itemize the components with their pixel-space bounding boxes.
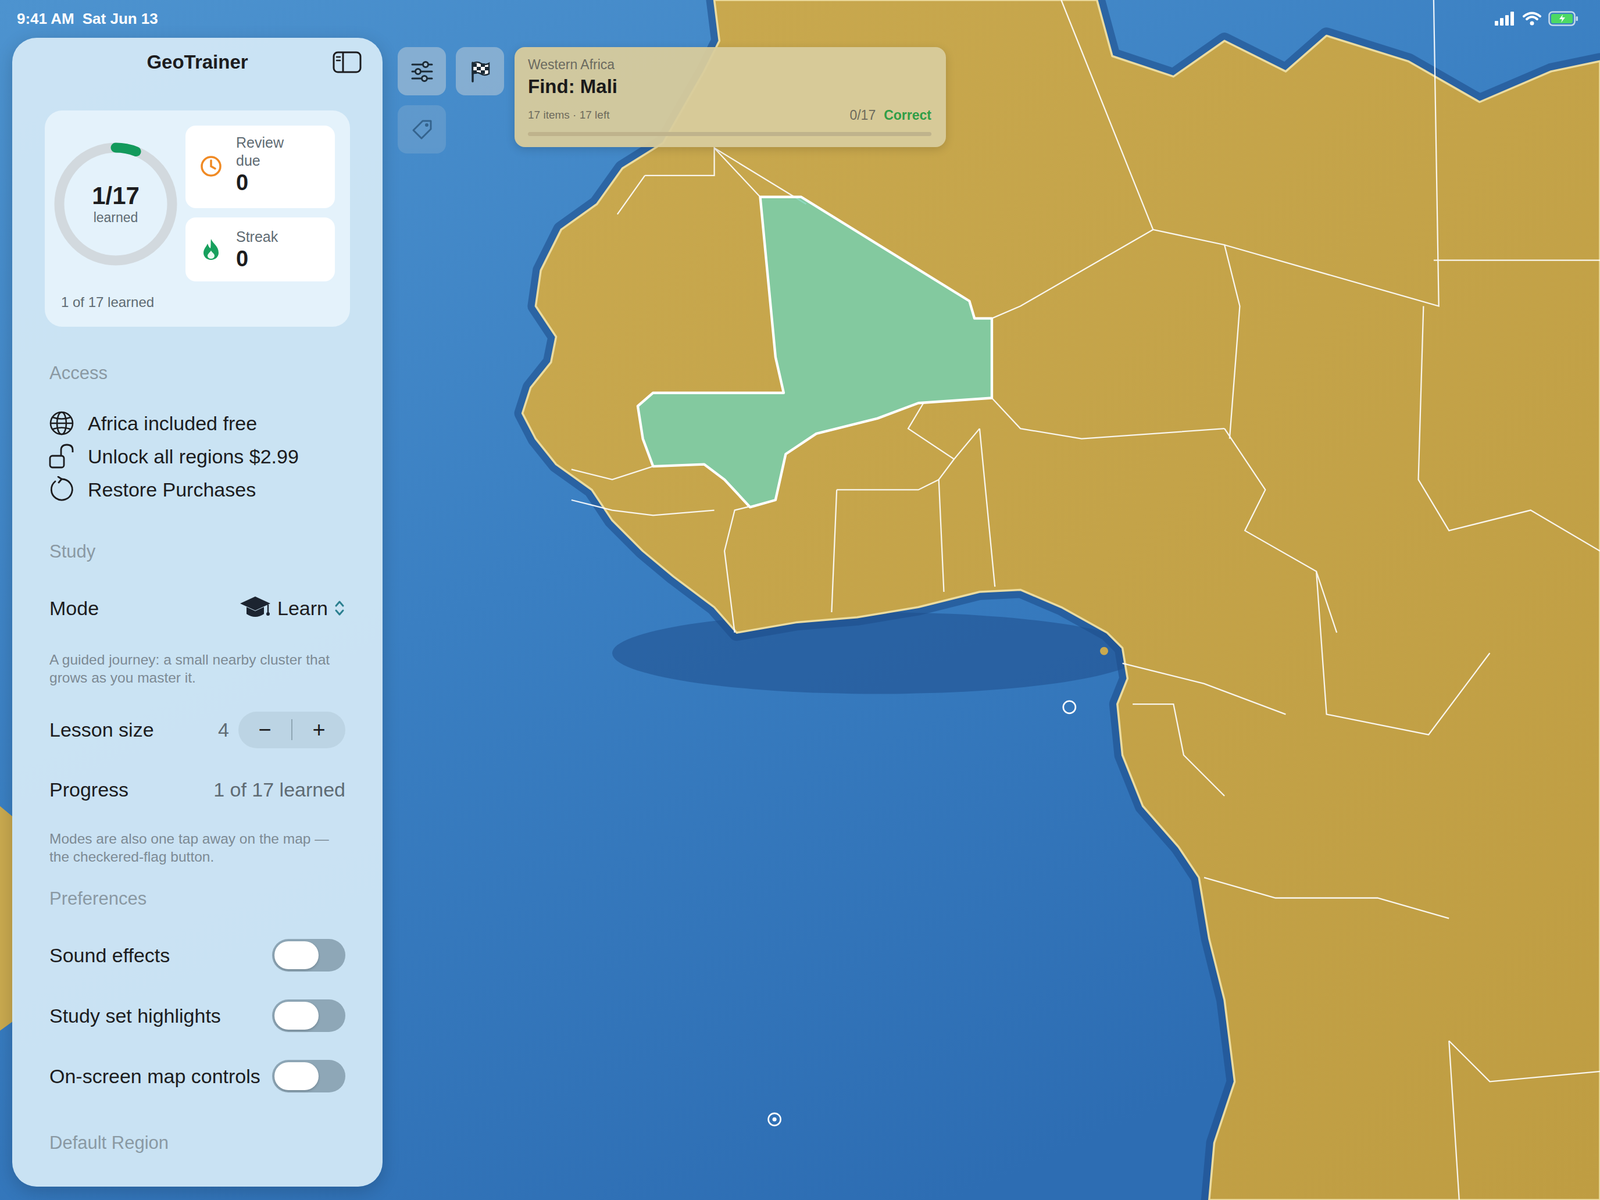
highlighted-country xyxy=(637,197,992,508)
lesson-size-label: Lesson size xyxy=(49,715,155,745)
app-title: GeoTrainer xyxy=(146,47,248,77)
streak-card: Streak 0 xyxy=(185,217,335,282)
mode-picker[interactable]: Learn xyxy=(238,593,346,624)
mode-description: A guided journey: a small nearby cluster… xyxy=(44,650,350,687)
prompt-score: 0/17 xyxy=(849,108,876,122)
wifi-icon xyxy=(1522,11,1542,26)
access-item[interactable]: Unlock all regions $2.99 xyxy=(44,439,350,473)
toggle-switch[interactable] xyxy=(272,938,346,972)
modes-button[interactable] xyxy=(455,47,505,96)
preferences-header: Preferences xyxy=(44,882,350,916)
toggle-knob xyxy=(274,1001,319,1030)
tag-icon xyxy=(411,118,434,141)
ring-progress xyxy=(59,147,173,261)
review-due-value: 0 xyxy=(236,169,295,196)
map-toolbar xyxy=(397,47,505,154)
toggle-switch[interactable] xyxy=(272,1059,346,1093)
app-screen: 9:41 AM Sat Jun 13 Western Africa Find: … xyxy=(0,0,1600,1200)
stats-card: 1/17 learned Review due 0 xyxy=(44,110,350,327)
progress-row: Progress 1 of 17 learned xyxy=(44,770,350,809)
globe-icon xyxy=(48,409,75,437)
access-header: Access xyxy=(44,356,350,390)
lesson-size-row: Lesson size 4 − + xyxy=(44,709,350,750)
lesson-size-stepper: − + xyxy=(238,711,346,749)
signal-icon xyxy=(1494,11,1516,26)
clock-icon xyxy=(200,155,223,178)
access-item[interactable]: Africa included free xyxy=(44,406,350,440)
study-header: Study xyxy=(44,535,350,569)
toggle-knob xyxy=(274,1062,319,1091)
decrement-button[interactable]: − xyxy=(238,711,292,749)
learned-ring: 1/17 learned xyxy=(54,142,178,266)
toggle-knob xyxy=(274,941,319,970)
review-due-card: Review due 0 xyxy=(185,125,335,209)
graduation-cap-icon xyxy=(238,594,272,622)
checkered-flag-icon xyxy=(469,60,492,83)
toggle-row: Study set highlights xyxy=(44,985,350,1046)
mode-label: Mode xyxy=(49,593,99,624)
status-bar: 9:41 AM Sat Jun 13 xyxy=(0,0,1600,38)
review-due-label: Review due xyxy=(236,133,295,170)
prompt-region: Western Africa xyxy=(527,56,932,73)
prompt-feedback: Correct xyxy=(883,108,932,122)
ring-value: 1/17 xyxy=(91,182,140,210)
prompt-meta: 17 items · 17 left xyxy=(527,108,610,122)
prompt-card: Western Africa Find: Mali 17 items · 17 … xyxy=(514,47,946,148)
prompt-title: Find: Mali xyxy=(527,75,932,98)
sidebar-toggle-button[interactable] xyxy=(332,50,362,74)
sidebar: GeoTrainer 1/17 learned xyxy=(12,37,383,1187)
ring-label: learned xyxy=(93,209,139,226)
streak-label: Streak xyxy=(236,227,278,246)
toggle-label: On-screen map controls xyxy=(49,1061,261,1092)
progress-value: 1 of 17 learned xyxy=(213,775,346,805)
modes-note: Modes are also one tap away on the map —… xyxy=(44,829,350,866)
streak-value: 0 xyxy=(236,245,278,272)
status-date: Sat Jun 13 xyxy=(82,7,159,31)
progress-label: Progress xyxy=(49,775,129,805)
unlock-icon xyxy=(48,443,75,470)
filters-button[interactable] xyxy=(397,47,446,96)
toggle-label: Study set highlights xyxy=(49,1001,221,1031)
increment-button[interactable]: + xyxy=(292,711,346,749)
mode-row: Mode Learn xyxy=(44,589,350,627)
prompt-progress-track xyxy=(527,131,932,137)
toggle-row: On-screen map controls xyxy=(44,1045,350,1107)
lesson-size-value: 4 xyxy=(218,715,230,745)
chevron-updown-icon xyxy=(333,598,346,618)
learned-summary: 1 of 17 learned xyxy=(54,293,335,312)
battery-icon xyxy=(1548,11,1579,27)
toggle-switch[interactable] xyxy=(272,999,346,1032)
toggle-label: Sound effects xyxy=(49,940,170,971)
default-region-header: Default Region xyxy=(44,1126,350,1160)
sliders-icon xyxy=(410,61,434,82)
toggle-row: Sound effects xyxy=(44,925,350,986)
mode-value: Learn xyxy=(277,593,328,624)
flame-icon xyxy=(200,237,223,262)
status-time: 9:41 AM xyxy=(16,7,75,31)
sidebar-icon xyxy=(332,50,362,74)
access-item[interactable]: Restore Purchases xyxy=(44,472,350,506)
preferences-list: Sound effects Study set highlights On-scre… xyxy=(44,925,350,1107)
restore-icon xyxy=(48,476,75,503)
tags-button[interactable] xyxy=(397,105,446,154)
